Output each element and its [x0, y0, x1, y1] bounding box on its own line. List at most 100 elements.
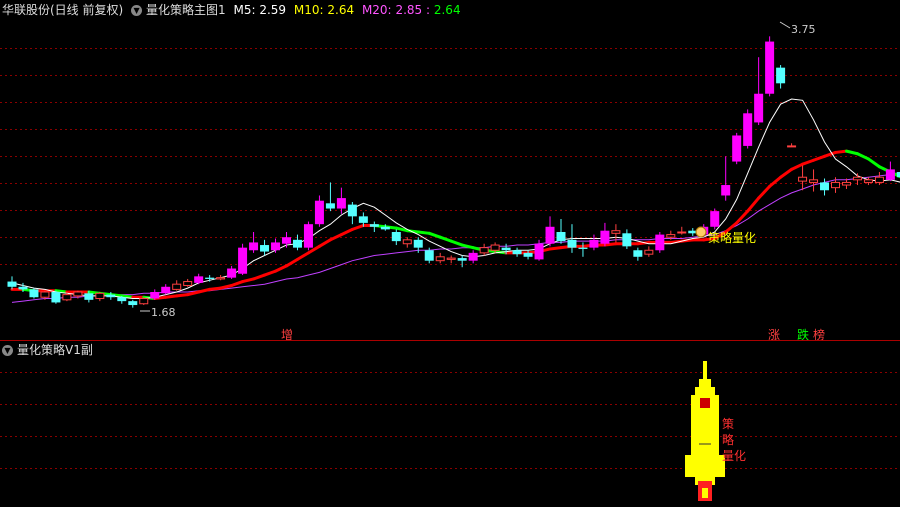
chart-window: 华联股份(日线 前复权) ▼ 量化策略主图1 M5: 2.59 M10: 2.64… [0, 0, 900, 507]
ma10-segment [866, 157, 881, 169]
candle [172, 280, 182, 291]
candle [128, 299, 138, 308]
ma10-segment [438, 235, 453, 243]
ma10-segment [252, 273, 267, 281]
high-label: 3.75 [791, 23, 816, 36]
ma10-segment [339, 227, 354, 237]
candle [468, 250, 478, 264]
price-chart-svg: 3.75 1.68 策略量化 增 涨 跌 榜 策 略 量化 [0, 21, 900, 501]
high-pointer [779, 21, 791, 29]
ma10-segment [263, 269, 278, 277]
ma10-segment [295, 251, 310, 261]
ma10-segment [350, 223, 365, 231]
candle [545, 216, 555, 247]
candle [655, 232, 665, 253]
sub-label-3: 量化 [722, 449, 746, 463]
ma10-segment [427, 231, 442, 239]
candle [885, 161, 895, 182]
candle [161, 284, 171, 295]
candle [249, 232, 259, 253]
candle [183, 278, 193, 287]
candle [216, 275, 226, 281]
candle [754, 57, 764, 126]
candle [600, 222, 610, 247]
candle [644, 246, 654, 257]
ma10-segment [801, 158, 816, 166]
ma10-segment [230, 280, 245, 287]
ma10-segment [241, 277, 256, 284]
candle [512, 247, 522, 257]
candle [457, 255, 467, 268]
candle [391, 229, 401, 246]
ma10-segment [175, 293, 190, 298]
ma10-line [10, 149, 900, 301]
ma10-segment [328, 233, 343, 242]
candle [743, 109, 753, 149]
candle [95, 292, 105, 302]
candle [260, 239, 270, 256]
candle [402, 237, 412, 248]
candle [589, 234, 599, 251]
candle [194, 273, 204, 285]
sub-label-2: 略 [722, 432, 734, 447]
candle [336, 187, 346, 214]
ma10-segment [416, 230, 431, 235]
candle [139, 297, 149, 306]
ma10-segment [219, 283, 234, 290]
candle [820, 178, 830, 196]
candle [809, 169, 819, 192]
annotations: 3.75 1.68 策略量化 增 涨 跌 榜 [140, 21, 825, 342]
candle [732, 132, 742, 165]
ma10-segment [548, 246, 563, 251]
ma10-segment [844, 149, 859, 156]
marker-die: 跌 [797, 327, 809, 342]
ma10-segment [208, 286, 223, 291]
ma5-line [11, 98, 900, 299]
strategy-coin-icon [695, 226, 707, 238]
candle [798, 165, 808, 191]
candle [325, 182, 335, 212]
candle [369, 221, 379, 232]
low-label: 1.68 [151, 306, 176, 319]
candle [238, 243, 248, 276]
candle [227, 265, 237, 279]
ma5-polyline [11, 98, 900, 299]
candle [776, 65, 786, 89]
ma10-segment [274, 264, 288, 273]
candle [556, 218, 566, 244]
ma10-segment [735, 209, 750, 225]
candle [633, 247, 643, 261]
candle [7, 276, 17, 290]
candle [292, 234, 302, 251]
candle [347, 202, 357, 225]
candle [446, 255, 456, 264]
ma10-segment [186, 290, 201, 297]
ma10-segment [164, 294, 179, 299]
ma10-segment [768, 175, 783, 188]
candle [29, 288, 39, 299]
candle [150, 289, 160, 300]
ma10-segment [197, 287, 212, 294]
candle [435, 252, 445, 264]
ma10-segment [603, 242, 618, 247]
ma10-segment [317, 238, 332, 248]
candle [282, 232, 291, 248]
marker-zeng: 增 [281, 328, 293, 342]
candle [622, 229, 632, 249]
candle [677, 226, 687, 235]
sub-label-1: 策 [722, 417, 734, 431]
candles [7, 36, 900, 308]
ma10-segment [834, 149, 848, 154]
candle [765, 36, 775, 97]
candle [710, 208, 720, 230]
candle [303, 221, 313, 251]
candle [51, 290, 61, 304]
ma10-segment [449, 239, 464, 247]
ma10-segment [779, 167, 794, 179]
marker-bang: 榜 [813, 327, 825, 342]
ma10-segment [790, 162, 805, 171]
candle [314, 195, 324, 227]
marker-zhang: 涨 [768, 327, 780, 342]
ma10-segment [757, 184, 772, 200]
rocket-icon [685, 361, 725, 501]
